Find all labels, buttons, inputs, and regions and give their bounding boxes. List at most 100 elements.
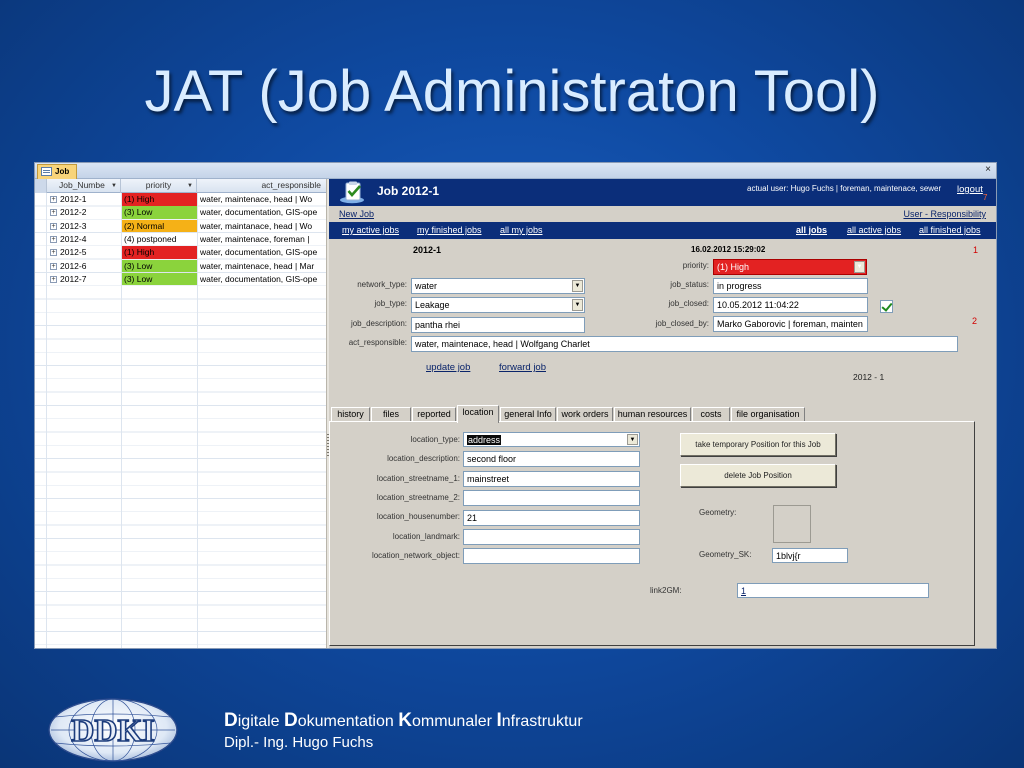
tab-human-resources[interactable]: human resources: [614, 407, 691, 422]
job-closed-by-field[interactable]: Marko Gaborovic | foreman, mainten: [713, 316, 868, 332]
job-number-cell[interactable]: 2012-5: [60, 246, 120, 259]
priority-cell[interactable]: (3) Low: [122, 259, 197, 272]
dropdown-arrow-icon[interactable]: ▼: [627, 434, 638, 445]
job-number-cell[interactable]: 2012-2: [60, 206, 120, 219]
act-responsible-cell[interactable]: water, maintenace, head | Wo: [198, 193, 326, 206]
priority-cell[interactable]: (2) Normal: [122, 219, 197, 233]
job-number-cell[interactable]: 2012-6: [60, 260, 120, 273]
act-responsible-field[interactable]: water, maintenace, head | Wolfgang Charl…: [411, 336, 958, 352]
expand-plus-icon[interactable]: +: [50, 249, 57, 257]
act-responsible-label: act_responsible:: [348, 338, 407, 347]
network-type-combo[interactable]: water ▼: [411, 278, 585, 294]
all-active-jobs-link[interactable]: all active jobs: [847, 225, 901, 235]
priority-cell[interactable]: (3) Low: [122, 272, 197, 286]
job-number-cell[interactable]: 2012-1: [60, 193, 120, 206]
priority-cell[interactable]: (1) High: [122, 193, 197, 206]
table-row[interactable]: +2012-6 (3) Low water, maintenace, head | …: [35, 259, 326, 273]
location-streetname-2-field[interactable]: [463, 490, 640, 506]
take-temporary-position-button[interactable]: take temporary Position for this Job: [680, 433, 836, 456]
my-active-jobs-link[interactable]: my active jobs: [342, 225, 399, 235]
tab-work-orders[interactable]: work orders: [557, 407, 613, 422]
table-row[interactable]: +2012-3 (2) Normal water, maintanace, head…: [35, 219, 326, 233]
location-network-object-label: location_network_object:: [371, 551, 460, 560]
user-responsibility-link[interactable]: User - Responsibility: [903, 209, 986, 219]
job-type-combo[interactable]: Leakage ▼: [411, 297, 585, 313]
sort-arrow-icon[interactable]: ▼: [187, 180, 193, 193]
location-streetname-1-field[interactable]: mainstreet: [463, 471, 640, 487]
act-responsible-cell[interactable]: water, documentation, GIS-ope: [198, 246, 326, 259]
dropdown-arrow-icon[interactable]: ▼: [854, 261, 865, 273]
tab-files[interactable]: files: [371, 407, 411, 422]
tab-file-organisation[interactable]: file organisation: [731, 407, 805, 422]
column-header-job-number[interactable]: Job_Numbe ▼: [47, 179, 121, 193]
column-header-act-responsible[interactable]: act_responsible: [197, 179, 326, 193]
tab-reported[interactable]: reported: [412, 407, 456, 422]
document-tab-job[interactable]: Job: [37, 164, 77, 179]
act-responsible-cell[interactable]: water, documentation, GIS-ope: [198, 206, 326, 219]
job-number-cell[interactable]: 2012-4: [60, 233, 120, 246]
table-row[interactable]: +2012-2 (3) Low water, documentation, GIS-…: [35, 206, 326, 219]
all-finished-jobs-link[interactable]: all finished jobs: [919, 225, 981, 235]
expand-plus-icon[interactable]: +: [50, 235, 57, 243]
priority-cell[interactable]: (3) Low: [122, 206, 197, 219]
location-description-field[interactable]: second floor: [463, 451, 640, 467]
marker-2: 2: [972, 316, 978, 326]
close-icon[interactable]: ×: [985, 164, 991, 175]
priority-cell[interactable]: (4) postponed: [122, 232, 197, 246]
priority-cell[interactable]: (1) High: [122, 246, 197, 259]
tab-history[interactable]: history: [331, 407, 370, 422]
tab-general-Info[interactable]: general Info: [500, 407, 556, 422]
expand-plus-icon[interactable]: +: [50, 222, 57, 230]
select-all-corner[interactable]: [35, 179, 47, 193]
logout-link[interactable]: logout: [957, 184, 983, 195]
dropdown-arrow-icon[interactable]: ▼: [572, 280, 583, 292]
expand-plus-icon[interactable]: +: [50, 262, 57, 270]
sort-arrow-icon[interactable]: ▼: [111, 180, 117, 193]
job-closed-by-label: job_closed_by:: [655, 319, 709, 328]
job-status-field[interactable]: in progress: [713, 278, 868, 294]
link2gm-field[interactable]: 1: [737, 583, 929, 598]
table-row[interactable]: +2012-7 (3) Low water, documentation, GIS-…: [35, 272, 326, 286]
slide-title: JAT (Job Administraton Tool): [144, 59, 880, 124]
location-type-combo[interactable]: address ▼: [463, 432, 640, 447]
job-description-field[interactable]: pantha rhei: [411, 317, 585, 333]
geometry-sk-label: Geometry_SK:: [699, 550, 752, 559]
geometry-sk-field[interactable]: 1blvj{r: [772, 548, 848, 563]
act-responsible-cell[interactable]: water, documentation, GIS-ope: [198, 273, 326, 286]
table-row[interactable]: +2012-5 (1) High water, documentation, GIS…: [35, 246, 326, 259]
act-responsible-cell[interactable]: water, maintanace, head | Wo: [198, 220, 326, 233]
priority-combo[interactable]: (1) High ▼: [713, 259, 867, 275]
act-responsible-cell[interactable]: water, maintenace, foreman |: [198, 233, 326, 246]
job-number-cell[interactable]: 2012-7: [60, 273, 120, 286]
update-job-link[interactable]: update job: [426, 362, 470, 373]
job-closed-label: job_closed:: [668, 299, 709, 308]
datasheet-header: Job_Numbe ▼ priority ▼ act_responsible: [35, 179, 326, 193]
my-finished-jobs-link[interactable]: my finished jobs: [417, 225, 482, 235]
location-landmark-field[interactable]: [463, 529, 640, 545]
job-closed-field[interactable]: 10.05.2012 11:04:22: [713, 297, 868, 313]
table-row[interactable]: +2012-1 (1) High water, maintenace, head |…: [35, 193, 326, 206]
expand-plus-icon[interactable]: +: [50, 275, 57, 283]
location-network-object-field[interactable]: [463, 548, 640, 564]
tab-location[interactable]: location: [457, 405, 499, 423]
column-header-priority[interactable]: priority ▼: [121, 179, 197, 193]
tab-costs[interactable]: costs: [692, 407, 730, 422]
job-number-cell[interactable]: 2012-3: [60, 220, 120, 233]
job-form: Job 2012-1 actual user: Hugo Fuchs | for…: [329, 179, 996, 648]
all-jobs-link[interactable]: all jobs: [796, 225, 827, 235]
geometry-object[interactable]: [773, 505, 811, 543]
delete-job-position-button[interactable]: delete Job Position: [680, 464, 836, 487]
link2gm-link[interactable]: 1: [741, 586, 746, 596]
all-my-jobs-link[interactable]: all my jobs: [500, 225, 543, 235]
forward-job-link[interactable]: forward job: [499, 362, 546, 373]
dropdown-arrow-icon[interactable]: ▼: [572, 299, 583, 311]
job-closed-checkbox[interactable]: [880, 300, 893, 313]
expand-plus-icon[interactable]: +: [50, 196, 57, 203]
job-status-label: job_status:: [670, 280, 709, 289]
job-description-label: job_description:: [350, 319, 407, 328]
location-housenumber-field[interactable]: 21: [463, 510, 640, 526]
act-responsible-cell[interactable]: water, maintenace, head | Mar: [198, 260, 326, 273]
expand-plus-icon[interactable]: +: [50, 209, 57, 217]
table-row[interactable]: +2012-4 (4) postponed water, maintenace, f…: [35, 232, 326, 246]
new-job-link[interactable]: New Job: [339, 209, 374, 219]
